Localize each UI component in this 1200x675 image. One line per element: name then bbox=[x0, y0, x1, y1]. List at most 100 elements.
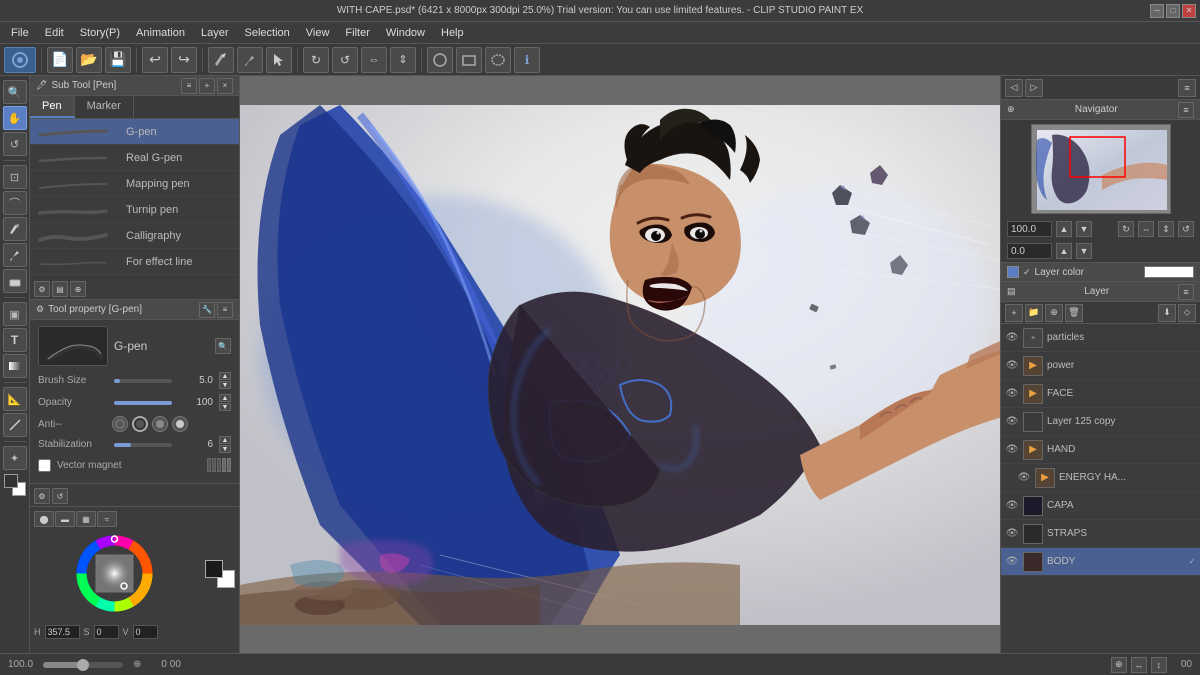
color-circle-btn[interactable]: ⬤ bbox=[34, 511, 54, 527]
status-nav1[interactable]: ⊕ bbox=[1111, 657, 1127, 673]
flip-h-button[interactable]: ⇔ bbox=[361, 47, 387, 73]
opacity-down[interactable]: ▼ bbox=[219, 403, 231, 411]
rotate-view-button[interactable]: ↺ bbox=[3, 132, 27, 156]
layer-capa[interactable]: 👁 CAPA bbox=[1001, 492, 1200, 520]
color-palette-btn[interactable]: ▦ bbox=[76, 511, 96, 527]
aa-strong-btn[interactable] bbox=[172, 416, 188, 432]
prop-menu-btn[interactable]: ≡ bbox=[217, 302, 233, 318]
sub-tool-group-btn[interactable]: ▤ bbox=[52, 281, 68, 297]
undo-button[interactable]: ↩ bbox=[142, 47, 168, 73]
pen-tool-button[interactable] bbox=[3, 217, 27, 241]
brush-calligraphy[interactable]: Calligraphy bbox=[30, 223, 239, 249]
layer-body-eye[interactable]: 👁 bbox=[1005, 555, 1019, 569]
sat-value[interactable]: 0 bbox=[94, 625, 119, 639]
zoom-tool-button[interactable]: 🔍 bbox=[3, 80, 27, 104]
pen-cursor-button[interactable] bbox=[208, 47, 234, 73]
layer-face-eye[interactable]: 👁 bbox=[1005, 387, 1019, 401]
menu-edit[interactable]: Edit bbox=[38, 25, 71, 41]
sub-tool-del-btn[interactable]: × bbox=[217, 78, 233, 94]
brush-real-g-pen[interactable]: Real G-pen bbox=[30, 145, 239, 171]
nav-zoom-value[interactable]: 100.0 bbox=[1007, 221, 1052, 237]
zoom-slider[interactable] bbox=[43, 662, 123, 668]
menu-window[interactable]: Window bbox=[379, 25, 432, 41]
new-file-button[interactable]: 📄 bbox=[47, 47, 73, 73]
layer-face[interactable]: 👁 ▶ FACE bbox=[1001, 380, 1200, 408]
line-tool-button[interactable] bbox=[3, 413, 27, 437]
select-cursor-button[interactable] bbox=[266, 47, 292, 73]
layer-new-btn[interactable]: + bbox=[1005, 304, 1023, 322]
nav-menu-btn[interactable]: ≡ bbox=[1178, 102, 1194, 118]
nav-reset[interactable]: ↺ bbox=[1178, 221, 1194, 237]
vector-magnet-checkbox[interactable] bbox=[38, 459, 51, 472]
right-scroll-left[interactable]: ◁ bbox=[1005, 79, 1023, 97]
layer-power[interactable]: 👁 ▶ power bbox=[1001, 352, 1200, 380]
layer-125-eye[interactable]: 👁 bbox=[1005, 415, 1019, 429]
rotate-cw-button[interactable]: ↻ bbox=[303, 47, 329, 73]
lasso-button[interactable] bbox=[485, 47, 511, 73]
color-slider-btn[interactable]: ▬ bbox=[55, 511, 75, 527]
stab-up[interactable]: ▲ bbox=[219, 436, 231, 444]
opacity-up[interactable]: ▲ bbox=[219, 394, 231, 402]
layer-menu-btn[interactable]: ≡ bbox=[1178, 284, 1194, 300]
fill-tool-button[interactable]: ▣ bbox=[3, 302, 27, 326]
layer-flatten-btn[interactable]: ⬦ bbox=[1178, 304, 1196, 322]
prop-reset-btn[interactable]: ↺ bbox=[52, 488, 68, 504]
info-button[interactable]: ℹ bbox=[514, 47, 540, 73]
layer-body[interactable]: 👁 BODY ✓ bbox=[1001, 548, 1200, 576]
eraser-tool-button[interactable] bbox=[3, 269, 27, 293]
color-approx-btn[interactable]: ≈ bbox=[97, 511, 117, 527]
aa-weak-btn[interactable] bbox=[132, 416, 148, 432]
minimize-button[interactable]: ─ bbox=[1150, 4, 1164, 18]
layer-particles-eye[interactable]: 👁 bbox=[1005, 331, 1019, 345]
nav-rotate-cw[interactable]: ↻ bbox=[1118, 221, 1134, 237]
brush-tool-button[interactable] bbox=[3, 243, 27, 267]
layer-power-eye[interactable]: 👁 bbox=[1005, 359, 1019, 373]
redo-button[interactable]: ↪ bbox=[171, 47, 197, 73]
open-button[interactable]: 📂 bbox=[76, 47, 102, 73]
layer-delete-btn[interactable]: 🗑 bbox=[1065, 304, 1083, 322]
color-wheel[interactable] bbox=[72, 531, 162, 621]
maximize-button[interactable]: □ bbox=[1166, 4, 1180, 18]
layer-copy-btn[interactable]: ⊕ bbox=[1045, 304, 1063, 322]
brush-turnip-pen[interactable]: Turnip pen bbox=[30, 197, 239, 223]
nav-zoom-spin-up[interactable]: ▲ bbox=[1056, 221, 1072, 237]
tab-marker[interactable]: Marker bbox=[75, 96, 134, 118]
brush-size-up[interactable]: ▲ bbox=[219, 372, 231, 380]
prop-wrench-btn[interactable]: 🔧 bbox=[199, 302, 215, 318]
layer-energy-eye[interactable]: 👁 bbox=[1017, 471, 1031, 485]
brush-effect-line[interactable]: For effect line bbox=[30, 249, 239, 275]
val-value[interactable]: 0 bbox=[133, 625, 158, 639]
opacity-slider[interactable] bbox=[114, 401, 172, 405]
zoom-slider-handle[interactable] bbox=[77, 659, 89, 671]
color-picker-button[interactable]: ✦ bbox=[3, 446, 27, 470]
aa-medium-btn[interactable] bbox=[152, 416, 168, 432]
brush-cursor-button[interactable] bbox=[237, 47, 263, 73]
layer-straps-eye[interactable]: 👁 bbox=[1005, 527, 1019, 541]
menu-selection[interactable]: Selection bbox=[238, 25, 297, 41]
menu-filter[interactable]: Filter bbox=[338, 25, 376, 41]
prop-settings2-btn[interactable]: ⚙ bbox=[34, 488, 50, 504]
foreground-color-swatch[interactable] bbox=[4, 474, 18, 488]
save-button[interactable]: 💾 bbox=[105, 47, 131, 73]
rotate-ccw-button[interactable]: ↺ bbox=[332, 47, 358, 73]
sub-tool-settings-btn[interactable]: ⚙ bbox=[34, 281, 50, 297]
layer-color-swatch[interactable] bbox=[1144, 266, 1194, 278]
flip-v-button[interactable]: ⇕ bbox=[390, 47, 416, 73]
status-nav2[interactable]: ↔ bbox=[1131, 657, 1147, 673]
nav-flip-h[interactable]: ⇔ bbox=[1138, 221, 1154, 237]
layer-capa-eye[interactable]: 👁 bbox=[1005, 499, 1019, 513]
circle-button[interactable] bbox=[427, 47, 453, 73]
stab-slider[interactable] bbox=[114, 443, 172, 447]
rect-button[interactable] bbox=[456, 47, 482, 73]
sub-tool-copy-btn[interactable]: ⊕ bbox=[70, 281, 86, 297]
select-lasso-button[interactable]: ⌒ bbox=[3, 191, 27, 215]
hue-value[interactable]: 357.5 bbox=[45, 625, 80, 639]
right-menu-btn[interactable]: ≡ bbox=[1178, 79, 1196, 97]
brush-g-pen[interactable]: G-pen bbox=[30, 119, 239, 145]
menu-view[interactable]: View bbox=[299, 25, 337, 41]
layer-energy-ha[interactable]: 👁 ▶ ENERGY HA... bbox=[1001, 464, 1200, 492]
close-button[interactable]: ✕ bbox=[1182, 4, 1196, 18]
nav-zoom-spin-down[interactable]: ▼ bbox=[1076, 221, 1092, 237]
brush-size-down[interactable]: ▼ bbox=[219, 381, 231, 389]
tab-pen[interactable]: Pen bbox=[30, 96, 75, 118]
